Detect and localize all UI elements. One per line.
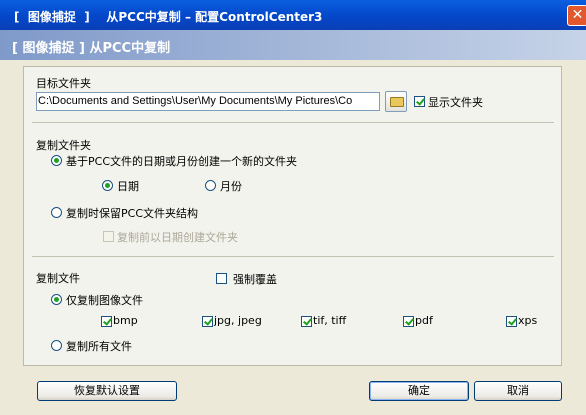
filetype-jpg-label: jpg, jpeg (214, 314, 262, 327)
divider (32, 122, 554, 123)
keep-structure-label: 复制时保留PCC文件夹结构 (66, 207, 198, 220)
copy-files-label: 复制文件 (36, 272, 80, 285)
filetype-tif-label: tif, tiff (313, 314, 347, 327)
window-title: [ 图像捕捉 ] 从PCC中复制 – 配置ControlCenter3 (14, 10, 323, 24)
month-radio[interactable] (205, 180, 216, 191)
images-only-radio[interactable] (51, 294, 62, 305)
filetype-bmp-checkbox[interactable] (101, 316, 112, 327)
cancel-button[interactable]: 取消 (474, 381, 562, 401)
date-label: 日期 (117, 180, 139, 193)
filetype-pdf-label: pdf (415, 314, 433, 327)
filetype-xps-label: xps (518, 314, 538, 327)
all-files-label: 复制所有文件 (66, 340, 132, 353)
copy-folder-label: 复制文件夹 (36, 139, 91, 152)
force-overwrite-label: 强制覆盖 (233, 273, 277, 286)
close-icon[interactable]: ✕ (567, 5, 586, 26)
filetype-jpg-checkbox[interactable] (202, 316, 213, 327)
target-folder-path-input[interactable]: C:\Documents and Settings\User\My Docume… (36, 92, 380, 111)
force-overwrite-checkbox[interactable] (216, 273, 227, 284)
show-folder-label: 显示文件夹 (428, 96, 483, 109)
filetype-xps-checkbox[interactable] (506, 316, 517, 327)
divider (32, 256, 554, 257)
create-new-folder-label: 基于PCC文件的日期或月份创建一个新的文件夹 (66, 155, 297, 168)
all-files-radio[interactable] (51, 340, 62, 351)
create-date-folder-checkbox[interactable] (103, 231, 114, 242)
target-folder-label: 目标文件夹 (36, 77, 91, 90)
month-label: 月份 (220, 180, 242, 193)
create-new-folder-radio[interactable] (51, 155, 62, 166)
filetype-bmp-label: bmp (113, 314, 138, 327)
ok-button[interactable]: 确定 (369, 381, 469, 401)
keep-structure-radio[interactable] (51, 207, 62, 218)
show-folder-checkbox[interactable] (414, 96, 425, 107)
section-header: [ 图像捕捉 ] 从PCC中复制 (0, 30, 586, 60)
header-title: [ 图像捕捉 ] 从PCC中复制 (12, 41, 171, 56)
images-only-label: 仅复制图像文件 (66, 294, 143, 307)
filetype-pdf-checkbox[interactable] (403, 316, 414, 327)
restore-defaults-button[interactable]: 恢复默认设置 (37, 381, 177, 401)
filetype-tif-checkbox[interactable] (301, 316, 312, 327)
folder-icon (390, 97, 404, 107)
title-bar: [ 图像捕捉 ] 从PCC中复制 – 配置ControlCenter3 ✕ (0, 0, 586, 30)
browse-folder-button[interactable] (385, 91, 407, 112)
date-radio[interactable] (102, 180, 113, 191)
create-date-folder-label: 复制前以日期创建文件夹 (117, 231, 238, 244)
